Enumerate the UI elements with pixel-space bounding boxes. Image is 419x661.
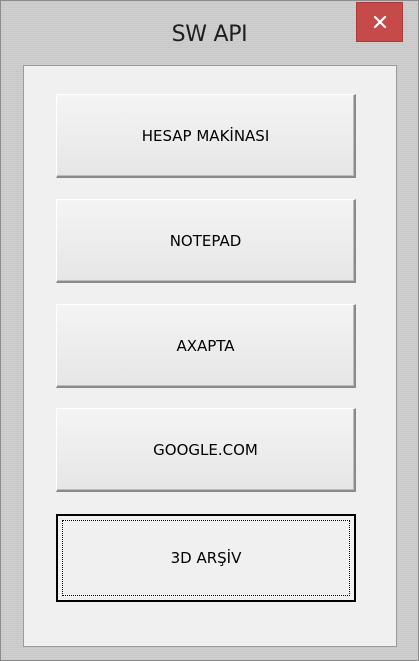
calculator-button[interactable]: HESAP MAKİNASI [56, 94, 356, 178]
axapta-button[interactable]: AXAPTA [56, 304, 356, 388]
calculator-button-label: HESAP MAKİNASI [141, 126, 270, 145]
close-icon [373, 15, 386, 29]
axapta-button-label: AXAPTA [176, 336, 235, 355]
form-client-area: HESAP MAKİNASI NOTEPAD AXAPTA GOOGLE.COM… [23, 65, 397, 647]
3d-archive-button-label: 3D ARŞİV [170, 549, 242, 567]
application-window: SW API HESAP MAKİNASI NOTEPAD AXAPTA GOO… [0, 0, 419, 661]
notepad-button[interactable]: NOTEPAD [56, 199, 356, 283]
close-button[interactable] [356, 2, 403, 42]
google-button-label: GOOGLE.COM [153, 440, 258, 459]
title-bar[interactable]: SW API [1, 1, 418, 63]
3d-archive-button[interactable]: 3D ARŞİV [56, 514, 356, 602]
notepad-button-label: NOTEPAD [169, 231, 242, 250]
google-button[interactable]: GOOGLE.COM [56, 408, 356, 492]
